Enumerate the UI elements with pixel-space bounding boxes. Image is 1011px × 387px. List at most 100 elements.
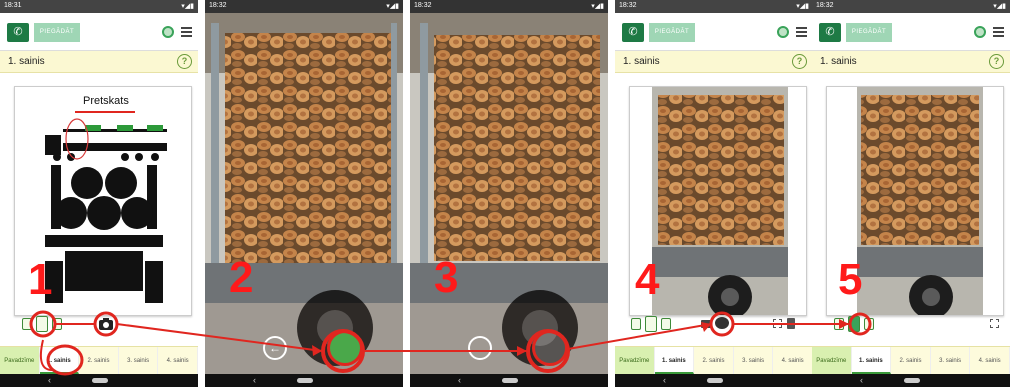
view-toggle-center[interactable] xyxy=(645,316,657,332)
phone-screen-2: 18:32 ▾◢▮ ← ‹ 2 xyxy=(205,0,403,387)
deliver-button[interactable]: PIEGĀDĀT xyxy=(846,23,892,42)
view-toggle-left[interactable] xyxy=(22,318,32,330)
app-toolbar: ✆ PIEGĀDĀT xyxy=(0,13,198,51)
status-bar: 18:32 ▾◢▮ xyxy=(812,0,1010,13)
nav-home-icon[interactable] xyxy=(297,378,313,383)
view-toggle-left[interactable] xyxy=(631,318,641,330)
view-toggle-right[interactable] xyxy=(52,318,62,330)
cloud-icon[interactable] xyxy=(777,26,789,38)
phone-icon: ✆ xyxy=(13,26,23,38)
camera-icon[interactable] xyxy=(98,317,114,331)
tab-bundle-4[interactable]: 4. sainis xyxy=(970,347,1010,374)
upload-icon[interactable] xyxy=(715,317,729,329)
tab-bundle-2[interactable]: 2. sainis xyxy=(694,347,734,374)
bundle-tabs: Pavadzīme 1. sainis 2. sainis 3. sainis … xyxy=(812,346,1010,374)
phone-screen-4: 18:32 ▾◢▮ ✆ PIEGĀDĀT 1. sainis ? Pavadzī… xyxy=(615,0,813,387)
view-toggle-left[interactable] xyxy=(834,318,844,330)
signal-icons: ▾◢▮ xyxy=(591,3,604,10)
nav-back-icon[interactable]: ‹ xyxy=(458,375,461,385)
status-time: 18:32 xyxy=(209,2,227,9)
status-time: 18:31 xyxy=(4,2,22,9)
page-title: 1. sainis xyxy=(820,56,857,67)
log-truck-photo xyxy=(205,13,403,374)
tab-bundle-4[interactable]: 4. sainis xyxy=(158,347,198,374)
phone-icon: ✆ xyxy=(825,26,835,38)
phone-screen-3: 18:32 ▾◢▮ ‹ 3 xyxy=(410,0,608,387)
tab-waybill[interactable]: Pavadzīme xyxy=(0,347,40,374)
nav-home-icon[interactable] xyxy=(707,378,723,383)
app-toolbar: ✆ PIEGĀDĀT xyxy=(615,13,813,51)
nav-home-icon[interactable] xyxy=(92,378,108,383)
fullscreen-icon[interactable] xyxy=(990,319,999,328)
menu-icon[interactable] xyxy=(993,25,1004,37)
tab-bundle-1[interactable]: 1. sainis xyxy=(851,347,892,374)
tab-bundle-4[interactable]: 4. sainis xyxy=(773,347,813,374)
menu-icon[interactable] xyxy=(181,25,192,37)
deliver-button[interactable]: PIEGĀDĀT xyxy=(34,23,80,42)
step-number-4: 4 xyxy=(635,255,660,304)
view-controls xyxy=(812,312,1010,336)
nav-back-icon[interactable]: ‹ xyxy=(663,375,666,385)
status-bar: 18:32 ▾◢▮ xyxy=(410,0,608,13)
nav-back-icon[interactable]: ‹ xyxy=(860,375,863,385)
view-toggle-center[interactable] xyxy=(848,316,860,332)
help-icon[interactable]: ? xyxy=(989,54,1004,69)
cloud-icon[interactable] xyxy=(974,26,986,38)
bundle-tabs: Pavadzīme 1. sainis 2. sainis 3. sainis … xyxy=(0,346,198,374)
page-title: 1. sainis xyxy=(623,56,660,67)
signal-icons: ▾◢▮ xyxy=(796,3,809,10)
retake-icon[interactable] xyxy=(468,336,492,360)
tab-bundle-1[interactable]: 1. sainis xyxy=(654,347,695,374)
nav-home-icon[interactable] xyxy=(904,378,920,383)
tab-bundle-2[interactable]: 2. sainis xyxy=(79,347,119,374)
android-nav-bar: ‹ xyxy=(0,374,198,387)
confirm-icon[interactable] xyxy=(532,330,568,366)
nav-home-icon[interactable] xyxy=(502,378,518,383)
tab-waybill[interactable]: Pavadzīme xyxy=(812,347,852,374)
bundle-tabs: Pavadzīme 1. sainis 2. sainis 3. sainis … xyxy=(615,346,813,374)
help-icon[interactable]: ? xyxy=(177,54,192,69)
diagram-label: Pretskats xyxy=(83,95,129,107)
tab-bundle-1[interactable]: 1. sainis xyxy=(39,347,80,374)
deliver-button[interactable]: PIEGĀDĀT xyxy=(649,23,695,42)
help-icon[interactable]: ? xyxy=(792,54,807,69)
signal-icons: ▾◢▮ xyxy=(993,3,1006,10)
tab-bundle-2[interactable]: 2. sainis xyxy=(891,347,931,374)
view-toggle-right[interactable] xyxy=(864,318,874,330)
android-nav-bar: ‹ xyxy=(615,374,813,387)
status-bar: 18:31 ▾◢▮ xyxy=(0,0,198,13)
status-time: 18:32 xyxy=(816,2,834,9)
page-title: 1. sainis xyxy=(8,56,45,67)
cloud-icon[interactable] xyxy=(162,26,174,38)
nav-back-icon[interactable]: ‹ xyxy=(253,375,256,385)
status-time: 18:32 xyxy=(619,2,637,9)
status-time: 18:32 xyxy=(414,2,432,9)
shutter-icon[interactable] xyxy=(327,330,363,366)
camera-viewfinder xyxy=(410,13,608,374)
delete-icon[interactable] xyxy=(787,318,795,329)
signal-icons: ▾◢▮ xyxy=(181,3,194,10)
tab-bundle-3[interactable]: 3. sainis xyxy=(734,347,774,374)
status-bar: 18:32 ▾◢▮ xyxy=(205,0,403,13)
menu-icon[interactable] xyxy=(796,25,807,37)
step-number-1: 1 xyxy=(28,255,53,304)
view-toggle-right[interactable] xyxy=(661,318,671,330)
call-button[interactable]: ✆ xyxy=(7,23,29,42)
call-button[interactable]: ✆ xyxy=(622,23,644,42)
view-toggle-center[interactable] xyxy=(36,316,48,332)
truck-side-icon xyxy=(45,118,167,161)
tab-bundle-3[interactable]: 3. sainis xyxy=(119,347,159,374)
nav-back-icon[interactable]: ‹ xyxy=(48,375,51,385)
bundle-title-bar: 1. sainis ? xyxy=(0,51,198,73)
bundle-title-bar: 1. sainis ? xyxy=(615,51,813,73)
back-arrow-icon[interactable]: ← xyxy=(263,336,287,360)
tab-waybill[interactable]: Pavadzīme xyxy=(615,347,655,374)
signal-icons: ▾◢▮ xyxy=(386,3,399,10)
tab-bundle-3[interactable]: 3. sainis xyxy=(931,347,971,374)
view-controls xyxy=(0,312,198,336)
camera-icon[interactable] xyxy=(701,320,711,328)
status-bar: 18:32 ▾◢▮ xyxy=(615,0,813,13)
fullscreen-icon[interactable] xyxy=(773,319,782,328)
call-button[interactable]: ✆ xyxy=(819,23,841,42)
step-number-2: 2 xyxy=(229,253,254,302)
